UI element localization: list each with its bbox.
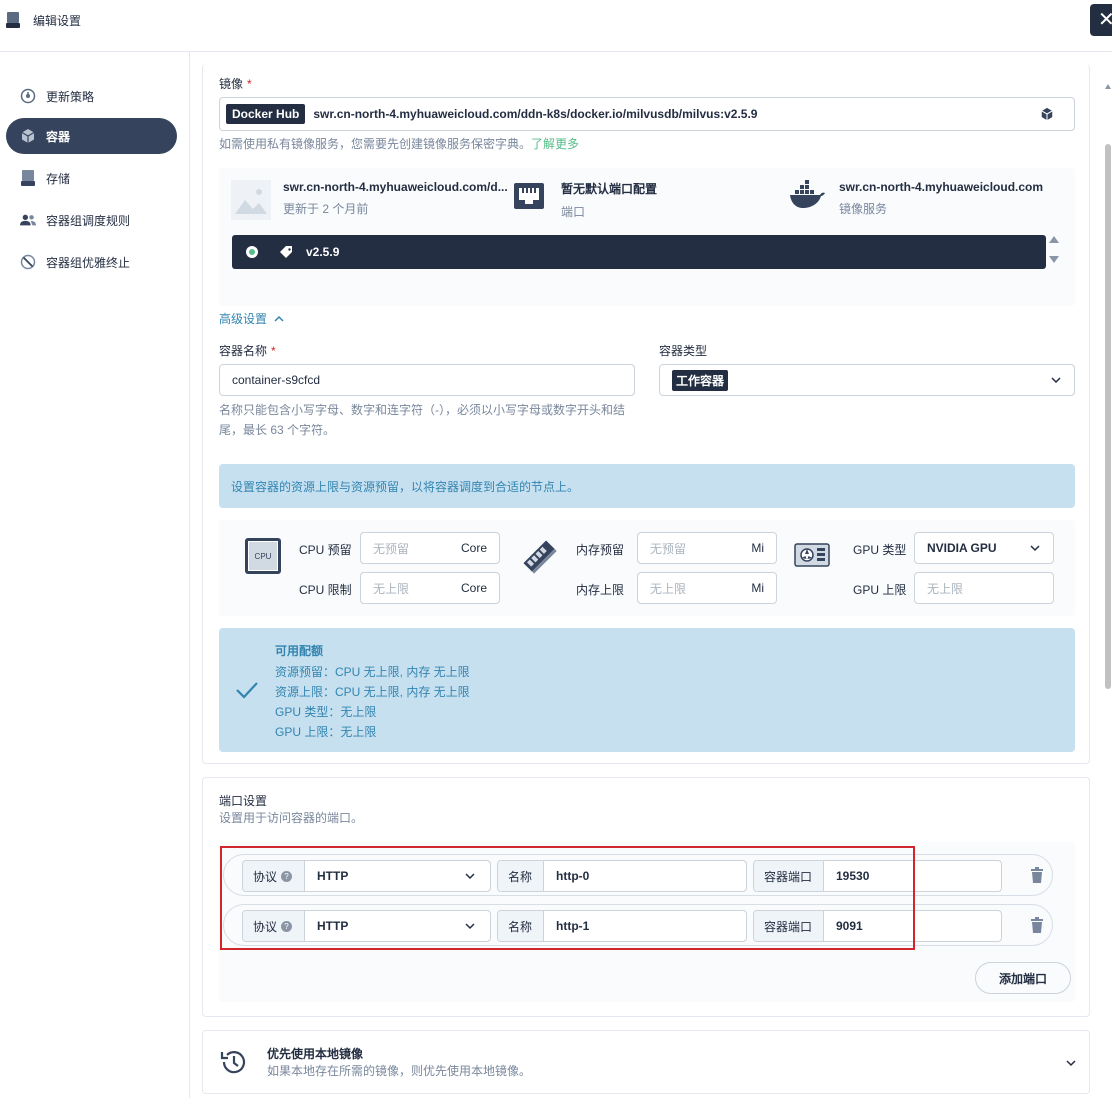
cpu-limit-input[interactable]: 无上限 Core	[360, 572, 500, 604]
quota-line: GPU 类型：无上限	[275, 705, 377, 719]
sidebar-item-label: 更新策略	[46, 89, 95, 104]
container-name-tip: 名称只能包含小写字母、数字和连字符（-），必须以小写字母或数字开头和结 尾，最长 …	[219, 403, 625, 437]
sidebar-item-label: 存储	[46, 171, 71, 186]
quota-line: 资源上限：CPU 无上限, 内存 无上限	[275, 685, 470, 699]
image-info-port: 暂无默认端口配置 端口	[513, 180, 657, 220]
image-placeholder-icon	[231, 180, 271, 220]
cube-icon[interactable]	[1040, 107, 1054, 121]
quota-line: GPU 上限：无上限	[275, 725, 377, 739]
sidebar: 更新策略 容器 存储 容器组调度规则 容器组优雅终止	[0, 52, 190, 1098]
selected-tag-label: v2.5.9	[306, 245, 340, 259]
sidebar-item-pod-schedule[interactable]: 容器组调度规则	[6, 202, 177, 238]
local-image-card[interactable]: 优先使用本地镜像 如果本地存在所需的镜像，则优先使用本地镜像。	[202, 1030, 1090, 1094]
chevron-down-icon	[1030, 545, 1040, 552]
port-settings-desc: 设置用于访问容器的端口。	[219, 811, 364, 825]
image-label: 镜像 *	[219, 77, 252, 91]
tag-icon	[280, 246, 292, 258]
registry-info-title: swr.cn-north-4.myhuaweicloud.com	[839, 180, 1044, 194]
image-info-panel: swr.cn-north-4.myhuaweicloud.com/d... 更新于…	[219, 168, 1075, 306]
gpu-limit-input[interactable]: 无上限	[914, 572, 1054, 604]
image-input[interactable]: Docker Hub swr.cn-north-4.myhuaweicloud.…	[219, 97, 1075, 131]
image-tip: 如需使用私有镜像服务，您需要先创建镜像服务保密字典。了解更多	[219, 137, 580, 151]
ethernet-port-icon	[514, 183, 544, 209]
tag-scroll-down-icon[interactable]	[1049, 256, 1059, 263]
chevron-down-icon[interactable]	[1065, 1057, 1077, 1069]
image-info-repo: swr.cn-north-4.myhuaweicloud.com/d... 更新于…	[231, 180, 508, 220]
sidebar-item-label: 容器组优雅终止	[46, 255, 131, 270]
storage-icon	[20, 170, 36, 186]
sidebar-item-update-strategy[interactable]: 更新策略	[6, 78, 177, 114]
sidebar-item-graceful-terminate[interactable]: 容器组优雅终止	[6, 244, 177, 280]
docker-icon	[790, 180, 825, 208]
cpu-request-label: CPU 预留	[299, 543, 352, 557]
sidebar-item-label: 容器组调度规则	[46, 213, 131, 228]
memory-request-input[interactable]: 无预留 Mi	[637, 532, 777, 564]
container-settings-card: 镜像 * Docker Hub swr.cn-north-4.myhuaweicl…	[202, 64, 1090, 764]
gpu-type-select[interactable]: NVIDIA GPU	[914, 532, 1054, 564]
image-value: swr.cn-north-4.myhuaweicloud.com/ddn-k8s…	[313, 107, 758, 121]
container-name-input[interactable]: container-s9cfcd	[219, 364, 635, 396]
image-info-registry: swr.cn-north-4.myhuaweicloud.com 镜像服务	[789, 180, 1043, 217]
container-name-label: 容器名称 *	[219, 344, 276, 358]
tag-scroll-up-icon[interactable]	[1049, 236, 1059, 243]
port-info-title: 暂无默认端口配置	[561, 182, 658, 196]
container-icon	[20, 128, 36, 144]
graceful-terminate-icon	[20, 254, 36, 270]
registry-info-sub: 镜像服务	[839, 202, 888, 216]
update-strategy-icon	[20, 88, 36, 104]
trash-icon[interactable]	[1030, 917, 1044, 933]
selected-tag-bar[interactable]: v2.5.9	[232, 235, 1046, 269]
quota-panel: 可用配额 资源预留：CPU 无上限, 内存 无上限 资源上限：CPU 无上限, …	[219, 628, 1075, 752]
scrollbar[interactable]	[1104, 64, 1112, 1098]
add-port-button[interactable]: 添加端口	[975, 962, 1071, 994]
gpu-limit-label: GPU 上限	[853, 583, 907, 597]
memory-icon	[523, 540, 557, 574]
check-icon	[236, 682, 258, 699]
port-settings-title: 端口设置	[219, 794, 268, 808]
container-type-select[interactable]: 工作容器	[659, 364, 1075, 396]
radio-selected-icon[interactable]	[246, 246, 258, 258]
image-repo-title: swr.cn-north-4.myhuaweicloud.com/d...	[283, 180, 508, 194]
quota-title: 可用配额	[275, 644, 324, 658]
quota-line: 资源预留：CPU 无上限, 内存 无上限	[275, 665, 470, 679]
sidebar-item-storage[interactable]: 存储	[6, 160, 177, 196]
cpu-limit-label: CPU 限制	[299, 583, 352, 597]
port-info-sub: 端口	[561, 205, 586, 219]
trash-icon[interactable]	[1030, 867, 1044, 883]
registry-tag: Docker Hub	[226, 104, 306, 124]
learn-more-link[interactable]: 了解更多	[531, 137, 579, 151]
advanced-settings-toggle[interactable]: 高级设置	[219, 310, 285, 327]
memory-limit-label: 内存上限	[576, 583, 625, 597]
advanced-settings-label: 高级设置	[219, 312, 268, 326]
scroll-thumb[interactable]	[1105, 144, 1111, 689]
local-image-title: 优先使用本地镜像	[267, 1047, 364, 1061]
sidebar-item-label: 容器	[46, 129, 71, 144]
cpu-request-input[interactable]: 无预留 Core	[360, 532, 500, 564]
chevron-down-icon	[1051, 377, 1061, 384]
scroll-up-icon[interactable]	[1105, 84, 1111, 89]
gpu-icon	[794, 543, 830, 567]
resource-panel: CPU CPU 预留 无预留 Core CPU 限制 无上限 Core 内存预留 无…	[219, 520, 1075, 616]
sidebar-item-container[interactable]: 容器	[6, 118, 177, 154]
container-type-value: 工作容器	[672, 369, 729, 391]
gpu-type-label: GPU 类型	[853, 543, 907, 557]
storage-icon	[6, 12, 20, 28]
cpu-icon: CPU	[245, 538, 281, 574]
local-image-desc: 如果本地存在所需的镜像，则优先使用本地镜像。	[267, 1064, 532, 1078]
chevron-up-icon	[274, 315, 284, 322]
container-type-label: 容器类型	[659, 344, 708, 358]
image-repo-updated: 更新于 2 个月前	[283, 202, 369, 216]
dialog-title: 编辑设置	[33, 14, 82, 28]
history-icon	[220, 1051, 246, 1074]
highlight-box	[220, 846, 915, 950]
memory-request-label: 内存预留	[576, 543, 625, 557]
memory-limit-input[interactable]: 无上限 Mi	[637, 572, 777, 604]
resource-tip: 设置容器的资源上限与资源预留，以将容器调度到合适的节点上。	[219, 464, 1075, 508]
dialog-header: 编辑设置	[0, 0, 1112, 52]
pod-schedule-icon	[20, 212, 36, 228]
close-button[interactable]: ✕	[1090, 4, 1112, 36]
